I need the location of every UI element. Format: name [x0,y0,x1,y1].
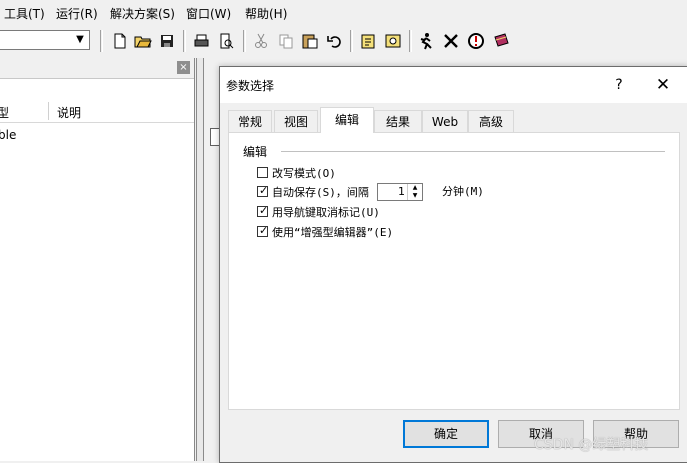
interval-unit-label: 分钟(M) [442,185,484,198]
tab-results[interactable]: 结果 [374,110,422,132]
toolbar-separator [183,30,186,52]
toolbar-separator [100,30,103,52]
dialog-titlebar: 参数选择 ? ✕ [220,67,687,103]
spin-up-icon[interactable]: ▲ [408,184,422,192]
interval-value[interactable]: 1 [398,185,405,198]
dialog-title: 参数选择 [226,79,275,93]
tab-panel-edit: 编辑 改写模式(O) ✓ 自动保存(S)，间隔 ✓ 用导航键取消标记(U) ✓ … [228,132,680,410]
autosave-interval-spinner[interactable]: 1 ▲ ▼ [377,183,423,201]
undo-icon[interactable] [325,31,345,51]
watermark: CSDN @绿塑科技 [534,437,649,453]
tab-view[interactable]: 视图 [274,110,318,132]
spinner-buttons: ▲ ▼ [407,184,422,200]
notes-icon[interactable] [358,31,378,51]
left-pane-header: 型 说明 [0,100,194,123]
checkbox[interactable]: ✓ [257,184,269,197]
cut-icon[interactable] [251,31,271,51]
left-pane-titlebar: × [0,58,194,79]
tab-advanced[interactable]: 高级 [468,110,514,132]
column-header-description[interactable]: 说明 [57,104,81,121]
list-item[interactable]: ble [0,128,16,142]
toolbar-combo[interactable]: ▼ [0,30,90,50]
save-icon[interactable] [157,31,177,51]
menu-tools[interactable]: 工具(T) [4,5,45,22]
option-label: 自动保存(S)，间隔 [272,186,369,199]
debug-icon[interactable] [466,31,486,51]
toolbar-separator [243,30,246,52]
ok-button[interactable]: 确定 [403,420,489,448]
menu-run[interactable]: 运行(R) [56,5,98,22]
menu-bar: 工具(T) 运行(R) 解决方案(S) 窗口(W) 帮助(H) [0,0,687,26]
find-icon[interactable] [383,31,403,51]
help-icon[interactable]: ? [608,74,630,96]
column-header-type[interactable]: 型 [0,104,9,121]
tab-web[interactable]: Web [422,110,468,132]
close-icon[interactable]: × [177,61,190,74]
open-folder-icon[interactable] [133,31,153,51]
check-mark-icon: ✓ [259,204,269,217]
check-mark-icon: ✓ [259,224,269,237]
print-icon[interactable] [191,31,211,51]
toolbar: ▼ [0,27,687,56]
chevron-down-icon[interactable]: ▼ [74,33,86,47]
preferences-dialog: 参数选择 ? ✕ 常规 视图 编辑 结果 Web 高级 编辑 改写模式(O) ✓… [219,66,687,463]
tab-strip: 常规 视图 编辑 结果 Web 高级 [228,107,678,133]
stop-icon[interactable] [441,31,461,51]
spin-down-icon[interactable]: ▼ [408,192,422,200]
option-label: 改写模式(O) [272,167,336,180]
close-icon[interactable]: ✕ [652,74,674,96]
check-mark-icon: ✓ [259,184,269,197]
menu-window[interactable]: 窗口(W) [186,5,231,22]
menu-help[interactable]: 帮助(H) [245,5,287,22]
left-pane: × 型 说明 ble [0,58,195,461]
copy-icon[interactable] [276,31,296,51]
new-file-icon[interactable] [110,31,130,51]
group-divider [281,151,665,152]
print-preview-icon[interactable] [216,31,236,51]
run-icon[interactable] [416,31,436,51]
option-label: 用导航键取消标记(U) [272,206,380,219]
toolbar-separator [350,30,353,52]
book-icon[interactable] [491,31,511,51]
checkbox[interactable]: ✓ [257,204,269,217]
tab-edit[interactable]: 编辑 [320,107,374,133]
group-title: 编辑 [243,145,268,159]
tab-general[interactable]: 常规 [228,110,272,132]
toolbar-separator [409,30,412,52]
checkbox[interactable] [257,167,268,178]
option-label: 使用“增强型编辑器”(E) [272,226,394,239]
menu-solution[interactable]: 解决方案(S) [110,5,175,22]
column-divider[interactable] [48,102,49,120]
checkbox[interactable]: ✓ [257,224,269,237]
paste-icon[interactable] [300,31,320,51]
